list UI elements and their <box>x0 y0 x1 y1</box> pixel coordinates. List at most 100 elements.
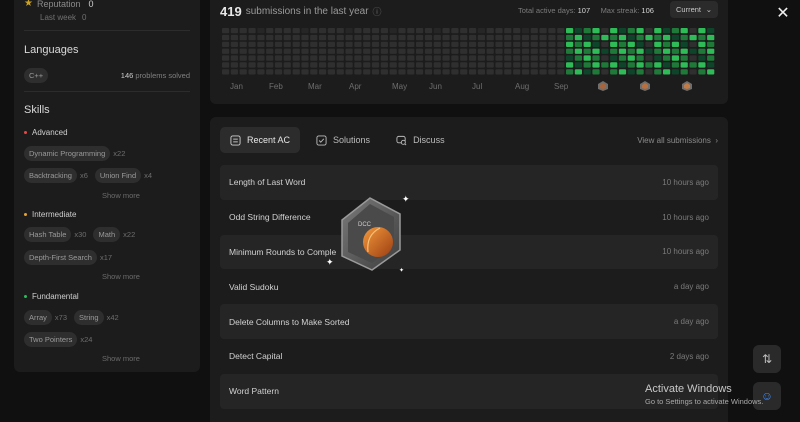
heatmap-cell <box>557 48 565 54</box>
heatmap-cell <box>389 62 397 68</box>
list-item[interactable]: Delete Columns to Make Sorted a day ago <box>220 304 718 339</box>
show-more-fundamental[interactable]: Show more <box>102 354 140 363</box>
heatmap-cell <box>504 62 512 68</box>
heatmap-cell <box>398 41 406 47</box>
reputation-row: ★ Reputation 0 <box>24 0 94 9</box>
heatmap-cell <box>663 55 671 61</box>
heatmap-cell <box>610 62 618 68</box>
heatmap-cell <box>451 41 459 47</box>
heatmap-cell <box>433 41 441 47</box>
skill-count: x22 <box>113 149 126 158</box>
heatmap-cell <box>345 48 353 54</box>
heatmap-cell <box>627 34 635 41</box>
heatmap-cell <box>583 28 591 34</box>
close-icon[interactable]: ✕ <box>775 6 791 22</box>
skill-chip[interactable]: Dynamic Programming <box>24 146 111 161</box>
heatmap-cell <box>618 41 627 47</box>
heatmap-cell <box>477 69 485 75</box>
swap-icon[interactable]: ⇅ <box>753 345 781 373</box>
heatmap-cell <box>618 62 627 68</box>
heatmap-cell <box>389 41 397 47</box>
heatmap-cell <box>257 41 265 47</box>
heatmap-cell <box>530 48 538 54</box>
heatmap-cell <box>636 48 644 54</box>
info-icon[interactable]: ⓘ <box>373 5 382 18</box>
view-all-submissions-link[interactable]: View all submissions › <box>637 136 718 145</box>
heatmap-cell <box>239 62 247 68</box>
skills-title: Skills <box>24 104 50 116</box>
list-item[interactable]: Valid Sudoku a day ago <box>220 269 718 304</box>
heatmap-cell <box>336 55 344 61</box>
heatmap-cell <box>495 69 503 75</box>
show-more-advanced[interactable]: Show more <box>102 191 140 200</box>
heatmap-cell <box>266 62 274 68</box>
heatmap-cell <box>230 41 238 47</box>
list-item[interactable]: Odd String Difference 10 hours ago <box>220 200 718 235</box>
tab-solutions[interactable]: Solutions <box>306 127 380 153</box>
monthly-badge-icon[interactable] <box>597 80 609 92</box>
badge-award-overlay[interactable]: DCC ✦ ✦ ✦ <box>322 190 412 280</box>
skill-chip[interactable]: Hash Table <box>24 227 72 242</box>
skill-chip[interactable]: Union Find <box>94 168 142 183</box>
tab-recent-ac[interactable]: Recent AC <box>220 127 301 153</box>
skill-chip[interactable]: Depth-First Search <box>24 250 97 265</box>
skill-chip[interactable]: Math <box>93 227 121 242</box>
heatmap-cell <box>354 28 362 34</box>
heatmap-cell <box>548 48 556 54</box>
heatmap-cell <box>327 69 335 75</box>
skill-chip[interactable]: Array <box>24 310 52 325</box>
skill-chip[interactable]: Backtracking <box>24 168 77 183</box>
heatmap-cell <box>416 62 424 68</box>
list-item[interactable]: Word Pattern <box>220 373 718 409</box>
windows-title: Activate Windows <box>645 383 732 395</box>
heatmap-cell <box>707 41 715 47</box>
heatmap-cell <box>539 48 547 54</box>
monthly-badge-icon[interactable] <box>681 80 693 92</box>
heatmap-cell <box>222 28 230 34</box>
heatmap-cell <box>477 55 485 61</box>
list-item[interactable]: Length of Last Word 10 hours ago <box>220 165 718 200</box>
skill-chip[interactable]: String <box>74 310 104 325</box>
heatmap-cell <box>645 69 653 75</box>
heatmap-cell <box>486 55 494 61</box>
heatmap-cell <box>398 34 406 41</box>
heatmap-cell <box>442 28 450 34</box>
list-item[interactable]: Detect Capital 2 days ago <box>220 339 718 374</box>
heatmap-cell <box>521 28 530 34</box>
list-item[interactable]: Minimum Rounds to Comple 10 hours ago <box>220 234 718 270</box>
heatmap-cell <box>557 41 565 47</box>
heatmap-cell <box>504 48 512 54</box>
range-select-value: Current <box>676 5 702 14</box>
heatmap-cell <box>680 28 688 34</box>
chevron-right-icon: › <box>713 136 718 145</box>
heatmap-cell <box>495 48 503 54</box>
heatmap-cell <box>398 48 406 54</box>
heatmap-cell <box>327 62 335 68</box>
skill-chip[interactable]: Two Pointers <box>24 332 78 347</box>
show-more-intermediate[interactable]: Show more <box>102 272 140 281</box>
heatmap-cell <box>239 69 247 75</box>
language-chip[interactable]: C++ <box>24 68 49 83</box>
heatmap-cell <box>407 62 415 68</box>
heatmap-cell <box>680 55 688 61</box>
monthly-badge-icon[interactable] <box>639 80 651 92</box>
heatmap-cell <box>371 34 380 41</box>
intermediate-row-1: Hash Table x30 Math x22 <box>24 227 142 242</box>
advanced-row-2: Backtracking x6 Union Find x4 <box>24 168 159 183</box>
heatmap-cell <box>257 48 265 54</box>
sparkle-icon: ✦ <box>402 194 410 204</box>
heatmap-cell <box>574 69 582 75</box>
heatmap-cell <box>513 48 521 54</box>
tab-discuss[interactable]: Discuss <box>386 127 455 153</box>
heatmap-cell <box>442 69 450 75</box>
heatmap-cell <box>407 28 415 34</box>
heatmap-cell <box>557 62 565 68</box>
heatmap-cell <box>504 28 512 34</box>
calendar-stats: Total active days: 107 Max streak: 106 <box>518 6 654 15</box>
heatmap-cell <box>469 55 477 61</box>
fundamental-dot-icon <box>24 295 27 298</box>
range-select[interactable]: Current ⌄ <box>670 1 718 18</box>
heatmap-cell <box>310 34 318 41</box>
heatmap-cell <box>689 69 697 75</box>
heatmap-cell <box>548 55 556 61</box>
